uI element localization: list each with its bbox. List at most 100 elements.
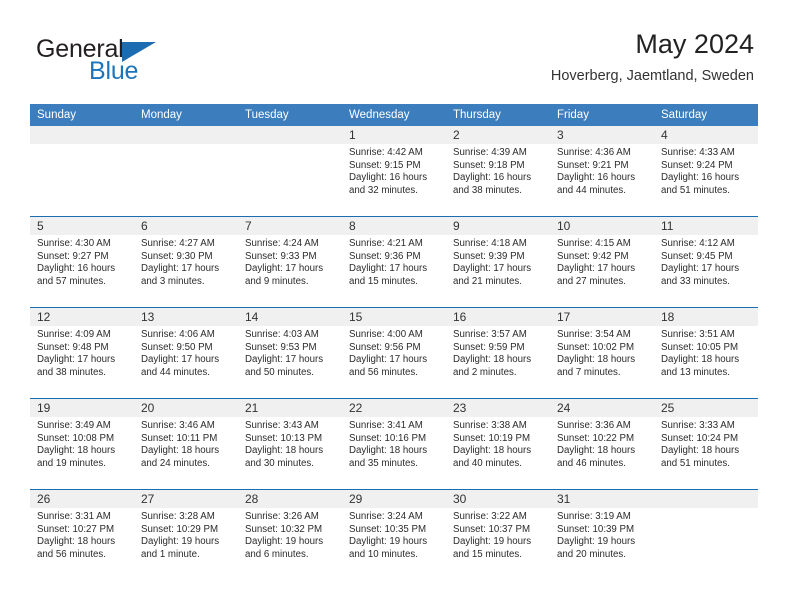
calendar-day-cell[interactable] (238, 126, 342, 217)
calendar-day-cell[interactable]: 7 Sunrise: 4:24 AM Sunset: 9:33 PM Daylight… (238, 216, 342, 308)
sunset-text: Sunset: 9:36 PM (349, 250, 421, 262)
calendar-day-cell[interactable]: 27 Sunrise: 3:28 AM Sunset: 10:29 PM Daylig… (134, 489, 238, 580)
calendar-day-cell[interactable]: 25 Sunrise: 3:33 AM Sunset: 10:24 PM Daylig… (654, 398, 758, 490)
calendar-day-cell[interactable]: 13 Sunrise: 4:06 AM Sunset: 9:50 PM Dayligh… (134, 307, 238, 399)
sunset-text: Sunset: 9:48 PM (37, 341, 109, 353)
sunset-text: Sunset: 10:22 PM (557, 432, 635, 444)
calendar-day-cell[interactable]: 30 Sunrise: 3:22 AM Sunset: 10:37 PM Daylig… (446, 489, 550, 580)
day-details: Sunrise: 3:43 AM Sunset: 10:13 PM Daylight… (238, 417, 342, 470)
calendar-day-cell[interactable]: 2 Sunrise: 4:39 AM Sunset: 9:18 PM Daylight… (446, 126, 550, 217)
page-title: May 2024 (635, 29, 754, 59)
daylight-text-line1: Daylight: 17 hours (349, 354, 428, 366)
sunset-text: Sunset: 10:16 PM (349, 432, 427, 444)
calendar-day-cell[interactable]: 11 Sunrise: 4:12 AM Sunset: 9:45 PM Dayligh… (654, 216, 758, 308)
calendar-day-cell[interactable]: 31 Sunrise: 3:19 AM Sunset: 10:39 PM Daylig… (550, 489, 654, 580)
sunrise-text: Sunrise: 4:18 AM (453, 238, 527, 249)
daylight-text-line1: Daylight: 19 hours (349, 536, 428, 548)
calendar-week-row: 26 Sunrise: 3:31 AM Sunset: 10:27 PM Daylig… (30, 489, 758, 580)
calendar-day-cell[interactable]: 29 Sunrise: 3:24 AM Sunset: 10:35 PM Daylig… (342, 489, 446, 580)
calendar-day-cell[interactable]: 21 Sunrise: 3:43 AM Sunset: 10:13 PM Daylig… (238, 398, 342, 490)
day-number: 21 (238, 399, 342, 417)
calendar-day-cell[interactable]: 9 Sunrise: 4:18 AM Sunset: 9:39 PM Daylight… (446, 216, 550, 308)
calendar-day-cell[interactable]: 12 Sunrise: 4:09 AM Sunset: 9:48 PM Dayligh… (30, 307, 134, 399)
calendar-day-cell[interactable]: 14 Sunrise: 4:03 AM Sunset: 9:53 PM Dayligh… (238, 307, 342, 399)
sunrise-text: Sunrise: 4:00 AM (349, 329, 423, 340)
day-number: 4 (654, 126, 758, 144)
sunset-text: Sunset: 10:37 PM (453, 523, 531, 535)
calendar-day-cell[interactable] (30, 126, 134, 217)
day-number: 16 (446, 308, 550, 326)
daylight-text-line1: Daylight: 19 hours (453, 536, 532, 548)
sunrise-text: Sunrise: 3:51 AM (661, 329, 735, 340)
calendar-day-cell[interactable]: 22 Sunrise: 3:41 AM Sunset: 10:16 PM Daylig… (342, 398, 446, 490)
calendar-day-cell[interactable]: 16 Sunrise: 3:57 AM Sunset: 9:59 PM Dayligh… (446, 307, 550, 399)
calendar-day-cell[interactable]: 5 Sunrise: 4:30 AM Sunset: 9:27 PM Daylight… (30, 216, 134, 308)
sunset-text: Sunset: 9:53 PM (245, 341, 317, 353)
sunset-text: Sunset: 10:08 PM (37, 432, 115, 444)
weekday-header-tuesday: Tuesday (238, 104, 342, 126)
sunrise-text: Sunrise: 4:12 AM (661, 238, 735, 249)
sunrise-text: Sunrise: 4:15 AM (557, 238, 631, 249)
day-number: 5 (30, 217, 134, 235)
daylight-text-line2: and 10 minutes. (349, 548, 418, 560)
calendar-day-cell[interactable]: 26 Sunrise: 3:31 AM Sunset: 10:27 PM Daylig… (30, 489, 134, 580)
daylight-text-line1: Daylight: 18 hours (453, 354, 532, 366)
daylight-text-line1: Daylight: 18 hours (557, 354, 636, 366)
sunset-text: Sunset: 9:45 PM (661, 250, 733, 262)
daylight-text-line2: and 19 minutes. (37, 457, 106, 469)
calendar-day-cell[interactable]: 4 Sunrise: 4:33 AM Sunset: 9:24 PM Daylight… (654, 126, 758, 217)
sunset-text: Sunset: 9:59 PM (453, 341, 525, 353)
sunrise-text: Sunrise: 3:22 AM (453, 511, 527, 522)
calendar-day-cell[interactable]: 8 Sunrise: 4:21 AM Sunset: 9:36 PM Daylight… (342, 216, 446, 308)
sunset-text: Sunset: 10:29 PM (141, 523, 219, 535)
daylight-text-line1: Daylight: 17 hours (453, 263, 532, 275)
day-number: 6 (134, 217, 238, 235)
sunrise-text: Sunrise: 3:41 AM (349, 420, 423, 431)
daylight-text-line1: Daylight: 18 hours (37, 536, 116, 548)
day-number: 27 (134, 490, 238, 508)
calendar-week-row: 5 Sunrise: 4:30 AM Sunset: 9:27 PM Daylight… (30, 216, 758, 308)
day-number: 18 (654, 308, 758, 326)
page-header: General Blue May 2024 Hoverberg, Jaemtla… (0, 0, 792, 104)
daylight-text-line1: Daylight: 18 hours (245, 445, 324, 457)
day-number: 26 (30, 490, 134, 508)
calendar-day-cell[interactable]: 24 Sunrise: 3:36 AM Sunset: 10:22 PM Daylig… (550, 398, 654, 490)
calendar-day-cell[interactable]: 20 Sunrise: 3:46 AM Sunset: 10:11 PM Daylig… (134, 398, 238, 490)
daylight-text-line1: Daylight: 18 hours (661, 354, 740, 366)
calendar-day-cell[interactable]: 1 Sunrise: 4:42 AM Sunset: 9:15 PM Daylight… (342, 126, 446, 217)
brand-logo[interactable]: General Blue (36, 36, 296, 92)
day-details: Sunrise: 3:41 AM Sunset: 10:16 PM Daylight… (342, 417, 446, 470)
daylight-text-line1: Daylight: 17 hours (37, 354, 116, 366)
sunrise-text: Sunrise: 4:21 AM (349, 238, 423, 249)
sunset-text: Sunset: 10:11 PM (141, 432, 218, 444)
calendar-day-cell[interactable]: 23 Sunrise: 3:38 AM Sunset: 10:19 PM Daylig… (446, 398, 550, 490)
calendar-day-cell[interactable] (134, 126, 238, 217)
calendar-day-cell[interactable]: 17 Sunrise: 3:54 AM Sunset: 10:02 PM Daylig… (550, 307, 654, 399)
sunrise-text: Sunrise: 3:24 AM (349, 511, 423, 522)
sunrise-text: Sunrise: 4:39 AM (453, 147, 527, 158)
daylight-text-line1: Daylight: 17 hours (141, 263, 220, 275)
daylight-text-line2: and 21 minutes. (453, 275, 522, 287)
calendar-day-cell[interactable]: 3 Sunrise: 4:36 AM Sunset: 9:21 PM Daylight… (550, 126, 654, 217)
daylight-text-line1: Daylight: 18 hours (349, 445, 428, 457)
calendar-day-cell[interactable] (654, 489, 758, 580)
day-number: 20 (134, 399, 238, 417)
weekday-header-thursday: Thursday (446, 104, 550, 126)
calendar-day-cell[interactable]: 10 Sunrise: 4:15 AM Sunset: 9:42 PM Dayligh… (550, 216, 654, 308)
calendar-day-cell[interactable]: 18 Sunrise: 3:51 AM Sunset: 10:05 PM Daylig… (654, 307, 758, 399)
calendar-week-row: 1 Sunrise: 4:42 AM Sunset: 9:15 PM Daylight… (30, 126, 758, 217)
calendar-day-cell[interactable]: 28 Sunrise: 3:26 AM Sunset: 10:32 PM Daylig… (238, 489, 342, 580)
calendar-page: General Blue May 2024 Hoverberg, Jaemtla… (0, 0, 792, 612)
calendar-day-cell[interactable]: 6 Sunrise: 4:27 AM Sunset: 9:30 PM Daylight… (134, 216, 238, 308)
sunset-text: Sunset: 9:42 PM (557, 250, 629, 262)
calendar-day-cell[interactable]: 15 Sunrise: 4:00 AM Sunset: 9:56 PM Dayligh… (342, 307, 446, 399)
sunset-text: Sunset: 10:32 PM (245, 523, 323, 535)
daylight-text-line1: Daylight: 16 hours (661, 172, 740, 184)
sunset-text: Sunset: 10:35 PM (349, 523, 427, 535)
daylight-text-line2: and 6 minutes. (245, 548, 309, 560)
daylight-text-line2: and 51 minutes. (661, 184, 730, 196)
calendar-day-cell[interactable]: 19 Sunrise: 3:49 AM Sunset: 10:08 PM Daylig… (30, 398, 134, 490)
sunset-text: Sunset: 10:24 PM (661, 432, 739, 444)
daylight-text-line2: and 56 minutes. (349, 366, 418, 378)
daylight-text-line1: Daylight: 19 hours (141, 536, 220, 548)
